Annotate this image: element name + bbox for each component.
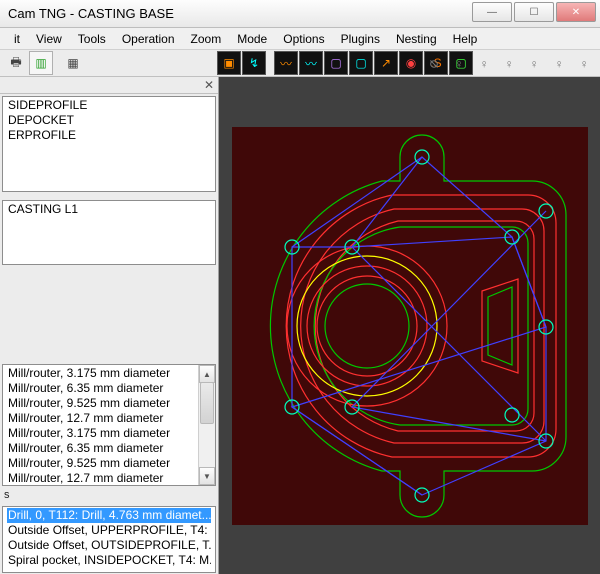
scroll-up-icon[interactable]: ▲ <box>199 365 215 383</box>
red-offset-outer <box>286 195 556 457</box>
list-item[interactable]: Mill/router, 3.175 mm diameter <box>7 426 195 441</box>
canvas-viewport[interactable] <box>219 77 600 574</box>
parts-list[interactable]: CASTING L1 <box>2 200 216 265</box>
menu-mode[interactable]: Mode <box>229 30 275 48</box>
window-controls: — ☐ ✕ <box>472 2 596 22</box>
red-circle-in2 <box>317 276 417 376</box>
list-item[interactable]: Spiral pocket, INSIDEPOCKET, T4: M... <box>7 553 211 568</box>
square-purple-icon[interactable]: ▢ <box>324 51 348 75</box>
menu-nesting[interactable]: Nesting <box>388 30 445 48</box>
toolbar-right-group: ⍉ ♀ ♀ ♀ ♀ ♀ ♀ <box>422 52 596 76</box>
list-item[interactable]: CASTING L1 <box>7 202 211 217</box>
window-title: Cam TNG - CASTING BASE <box>8 6 174 21</box>
inner-pocket <box>314 227 528 425</box>
toolpath-rapid2 <box>292 237 546 495</box>
menu-options[interactable]: Options <box>275 30 332 48</box>
scroll-down-icon[interactable]: ▼ <box>199 467 215 485</box>
red-offset-inner <box>300 209 543 443</box>
slot-d <box>488 287 512 365</box>
q-icon-5[interactable]: ♀ <box>522 52 546 76</box>
panel-close-icon[interactable]: ✕ <box>0 77 218 94</box>
q-icon-6[interactable]: ♀ <box>547 52 571 76</box>
q-icon-3[interactable]: ♀ <box>472 52 496 76</box>
scrollbar[interactable]: ▲ ▼ <box>198 365 215 485</box>
main-area: ✕ SIDEPROFILE DEPOCKET ERPROFILE CASTING… <box>0 77 600 574</box>
grid-icon[interactable]: ▦ <box>61 51 85 75</box>
menu-bar: it View Tools Operation Zoom Mode Option… <box>0 28 600 50</box>
q-icon-1[interactable]: ⍉ <box>422 52 446 76</box>
operations-header: s <box>0 488 218 504</box>
maximize-button[interactable]: ☐ <box>514 2 554 22</box>
operations-list[interactable]: Drill, 0, T112: Drill, 4.763 mm diamet..… <box>2 506 216 573</box>
panel-spacer <box>2 269 216 360</box>
menu-zoom[interactable]: Zoom <box>183 30 230 48</box>
print-icon[interactable]: 🖶 <box>4 51 28 75</box>
q-icon-7[interactable]: ♀ <box>572 52 596 76</box>
menu-view[interactable]: View <box>28 30 70 48</box>
toolbar: 🖶 ▥ ▦ ▣ ↯ 〰 〰 ▢ ▢ ↗ ◉ .S ▢ ⍉ ♀ ♀ ♀ ♀ ♀ ♀ <box>0 50 600 77</box>
menu-plugins[interactable]: Plugins <box>333 30 388 48</box>
list-item[interactable]: Mill/router, 3.175 mm diameter <box>7 366 195 381</box>
list-item[interactable]: Mill/router, 12.7 mm diameter <box>7 411 195 426</box>
layers-list[interactable]: SIDEPROFILE DEPOCKET ERPROFILE <box>2 96 216 193</box>
minimize-button[interactable]: — <box>472 2 512 22</box>
dot-red-icon[interactable]: ◉ <box>399 51 423 75</box>
list-item[interactable]: Outside Offset, OUTSIDEPROFILE, T... <box>7 538 211 553</box>
mode-icon-1[interactable]: ▣ <box>217 51 241 75</box>
scroll-thumb[interactable] <box>200 382 214 424</box>
tools-list[interactable]: Mill/router, 3.175 mm diameter Mill/rout… <box>2 364 216 486</box>
mode-icon-2[interactable]: ↯ <box>242 51 266 75</box>
green-circle <box>325 284 409 368</box>
red-circle-out <box>287 246 447 406</box>
yellow-circle <box>297 256 437 396</box>
q-icon-2[interactable]: ♀ <box>447 52 471 76</box>
list-item[interactable]: Drill, 0, T112: Drill, 4.763 mm diamet..… <box>7 508 211 523</box>
square-teal-icon[interactable]: ▢ <box>349 51 373 75</box>
list-item[interactable]: Outside Offset, UPPERPROFILE, T4: <box>7 523 211 538</box>
title-bar: Cam TNG - CASTING BASE — ☐ ✕ <box>0 0 600 28</box>
side-panel: ✕ SIDEPROFILE DEPOCKET ERPROFILE CASTING… <box>0 77 219 574</box>
list-item[interactable]: SIDEPROFILE <box>7 98 211 113</box>
list-item[interactable]: Mill/router, 9.525 mm diameter <box>7 456 195 471</box>
layout-toggle-icon[interactable]: ▥ <box>29 51 53 75</box>
menu-tools[interactable]: Tools <box>70 30 114 48</box>
menu-item[interactable]: it <box>6 30 28 48</box>
list-item[interactable]: DEPOCKET <box>7 113 211 128</box>
cad-canvas[interactable] <box>232 127 588 525</box>
wave-orange-icon[interactable]: 〰 <box>274 51 298 75</box>
list-item[interactable]: ERPROFILE <box>7 128 211 143</box>
toolpath-rapid <box>292 157 546 495</box>
list-item[interactable]: Mill/router, 12.7 mm diameter <box>7 471 195 485</box>
q-icon-4[interactable]: ♀ <box>497 52 521 76</box>
close-button[interactable]: ✕ <box>556 2 596 22</box>
pointer-icon[interactable]: ↗ <box>374 51 398 75</box>
menu-help[interactable]: Help <box>445 30 486 48</box>
list-item[interactable]: Mill/router, 6.35 mm diameter <box>7 441 195 456</box>
list-item[interactable]: Mill/router, 9.525 mm diameter <box>7 396 195 411</box>
list-item[interactable]: Mill/router, 6.35 mm diameter <box>7 381 195 396</box>
menu-operation[interactable]: Operation <box>114 30 183 48</box>
wave-teal-icon[interactable]: 〰 <box>299 51 323 75</box>
